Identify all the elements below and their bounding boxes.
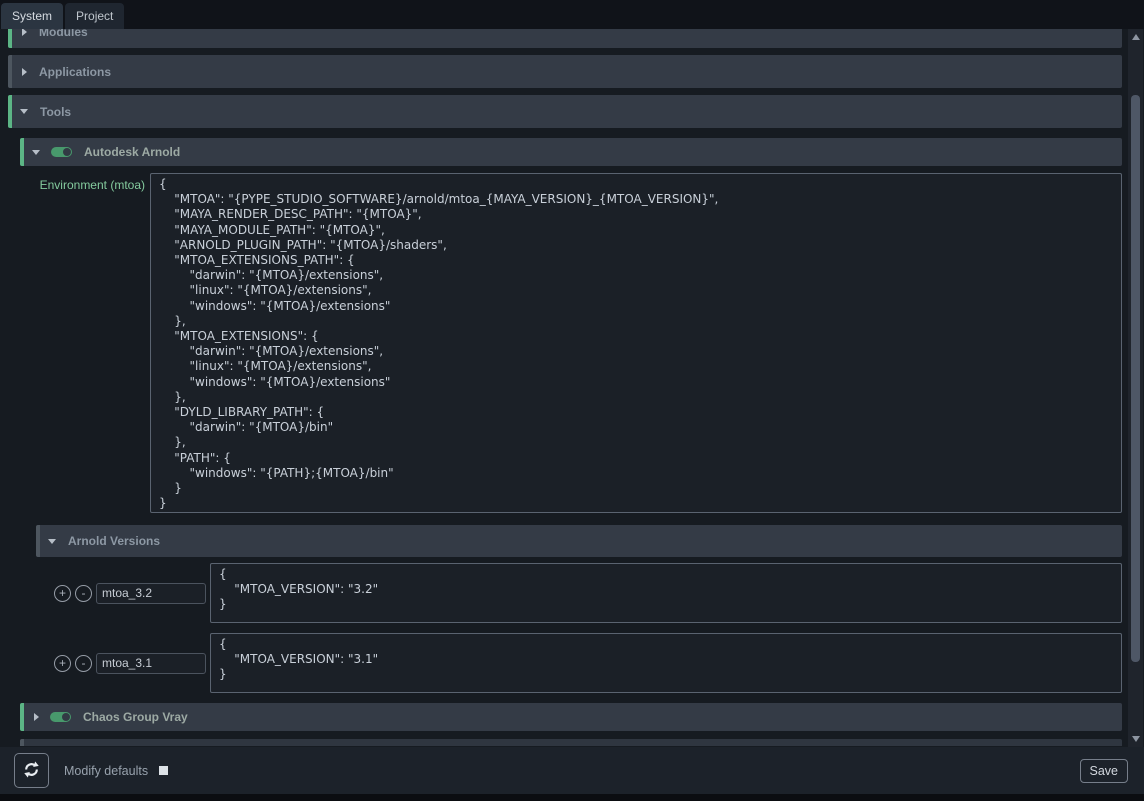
version-name-input[interactable] <box>96 583 206 604</box>
vertical-scrollbar[interactable] <box>1128 29 1143 747</box>
section-header-tools[interactable]: Tools <box>8 95 1122 128</box>
tab-system[interactable]: System <box>1 3 63 29</box>
version-value-textarea[interactable]: { "MTOA_VERSION": "3.2" } <box>210 563 1122 623</box>
chevron-down-icon <box>20 109 28 114</box>
chevron-right-icon <box>22 68 27 76</box>
environment-mtoa-textarea[interactable]: { "MTOA": "{PYPE_STUDIO_SOFTWARE}/arnold… <box>150 173 1122 513</box>
section-label: Applications <box>39 65 111 79</box>
tab-bar: System Project <box>0 0 1144 29</box>
scrollbar-thumb[interactable] <box>1131 95 1140 662</box>
version-row: + - { "MTOA_VERSION": "3.1" } <box>36 633 1122 693</box>
version-value-textarea[interactable]: { "MTOA_VERSION": "3.1" } <box>210 633 1122 693</box>
section-header-applications[interactable]: Applications <box>8 55 1122 88</box>
remove-version-button[interactable]: - <box>75 585 92 602</box>
version-name-input[interactable] <box>96 653 206 674</box>
window-bottom-edge <box>0 794 1144 801</box>
modify-defaults-label: Modify defaults <box>64 764 148 778</box>
scroll-down-arrow-icon[interactable] <box>1128 732 1143 746</box>
save-button[interactable]: Save <box>1080 759 1129 783</box>
section-header-autodesk-arnold[interactable]: Autodesk Arnold <box>20 138 1122 166</box>
section-header-chaos-group-vray[interactable]: Chaos Group Vray <box>20 703 1122 731</box>
scroll-up-arrow-icon[interactable] <box>1128 30 1143 44</box>
chevron-down-icon <box>32 150 40 155</box>
version-row-controls: + - <box>36 563 210 623</box>
tools-section-body: Autodesk Arnold Environment (mtoa) { "MT… <box>20 138 1122 731</box>
section-label: Autodesk Arnold <box>84 145 180 159</box>
version-row-controls: + - <box>36 633 210 693</box>
environment-mtoa-label: Environment (mtoa) <box>20 173 145 513</box>
section-header-arnold-versions[interactable]: Arnold Versions <box>36 525 1122 557</box>
section-label: Modules <box>39 29 88 39</box>
section-label: Chaos Group Vray <box>83 710 188 724</box>
arnold-versions-section: Arnold Versions + - { "MTOA_VERSION": "3… <box>36 525 1122 693</box>
version-row: + - { "MTOA_VERSION": "3.2" } <box>36 563 1122 623</box>
chevron-right-icon <box>22 29 27 36</box>
settings-content: Modules Applications Tools Autodesk Arno… <box>0 29 1144 747</box>
next-section-partial <box>20 739 1122 746</box>
chevron-down-icon <box>48 539 56 544</box>
section-header-modules[interactable]: Modules <box>8 29 1122 48</box>
section-label: Arnold Versions <box>68 534 160 548</box>
settings-window: System Project Modules Applications Tool… <box>0 0 1144 801</box>
add-version-button[interactable]: + <box>54 655 71 672</box>
chevron-right-icon <box>34 713 39 721</box>
tab-project[interactable]: Project <box>65 3 124 29</box>
refresh-button[interactable] <box>14 753 49 788</box>
environment-row: Environment (mtoa) { "MTOA": "{PYPE_STUD… <box>20 173 1122 513</box>
add-version-button[interactable]: + <box>54 585 71 602</box>
vray-enabled-toggle[interactable] <box>50 712 71 722</box>
section-label: Tools <box>40 105 71 119</box>
refresh-icon <box>23 761 40 781</box>
footer-bar: Modify defaults Save <box>0 747 1144 801</box>
arnold-enabled-toggle[interactable] <box>51 147 72 157</box>
settings-scroll-area: Modules Applications Tools Autodesk Arno… <box>0 29 1128 747</box>
remove-version-button[interactable]: - <box>75 655 92 672</box>
modify-defaults-checkbox[interactable] <box>159 766 168 775</box>
